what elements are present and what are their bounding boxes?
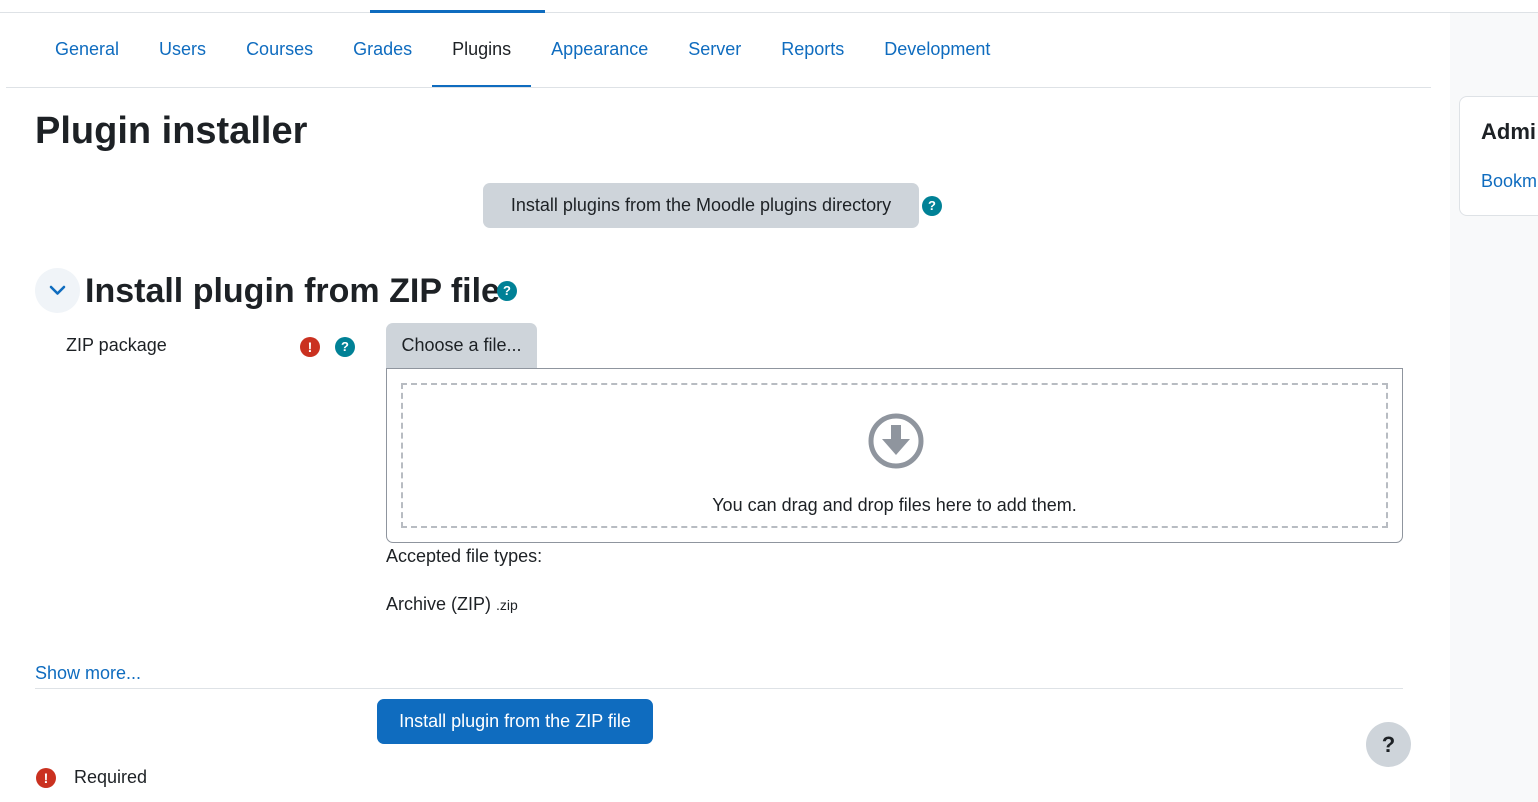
tabs-divider xyxy=(6,87,1431,88)
tab-plugins[interactable]: Plugins xyxy=(432,28,532,88)
question-circle-icon[interactable]: ? xyxy=(497,281,517,301)
accepted-types-label: Accepted file types: xyxy=(386,546,543,566)
arrow-circle-down-icon xyxy=(868,413,924,469)
tab-reports[interactable]: Reports xyxy=(761,28,864,72)
plugins-directory-button[interactable]: Install plugins from the Moodle plugins … xyxy=(483,183,919,228)
exclamation-circle-icon: ! xyxy=(36,768,56,788)
tab-server[interactable]: Server xyxy=(668,28,761,72)
help-button[interactable]: ? xyxy=(1366,722,1411,767)
question-circle-icon[interactable]: ? xyxy=(335,337,355,357)
section-collapse-toggle[interactable] xyxy=(35,268,80,313)
page-title: Plugin installer xyxy=(35,110,308,152)
tab-courses[interactable]: Courses xyxy=(226,28,333,72)
required-legend: Required xyxy=(74,767,148,787)
tab-grades[interactable]: Grades xyxy=(333,28,432,72)
top-active-indicator xyxy=(370,10,545,13)
install-zip-button[interactable]: Install plugin from the ZIP file xyxy=(377,699,653,744)
tab-users[interactable]: Users xyxy=(139,28,226,72)
zip-package-label: ZIP package xyxy=(66,335,167,355)
accepted-type-item: Archive (ZIP) .zip xyxy=(386,594,518,615)
top-divider xyxy=(0,12,1538,13)
file-dropzone[interactable]: You can drag and drop files here to add … xyxy=(386,368,1403,543)
chevron-down-icon xyxy=(49,285,66,295)
form-divider xyxy=(35,688,1403,689)
section-title: Install plugin from ZIP file xyxy=(85,272,500,310)
tab-development[interactable]: Development xyxy=(864,28,1010,72)
admin-tabs: General Users Courses Grades Plugins App… xyxy=(35,28,1010,88)
bookmark-link[interactable]: Bookm xyxy=(1481,171,1537,192)
dropzone-area[interactable]: You can drag and drop files here to add … xyxy=(401,383,1388,528)
dropzone-hint: You can drag and drop files here to add … xyxy=(712,495,1077,515)
show-more-link[interactable]: Show more... xyxy=(35,663,141,684)
choose-file-button[interactable]: Choose a file... xyxy=(386,323,537,368)
accepted-type-name: Archive (ZIP) xyxy=(386,594,492,614)
exclamation-circle-icon: ! xyxy=(300,337,320,357)
admin-bookmarks-block: Admi Bookm xyxy=(1459,96,1538,216)
tab-appearance[interactable]: Appearance xyxy=(531,28,668,72)
question-circle-icon[interactable]: ? xyxy=(922,196,942,216)
tab-general[interactable]: General xyxy=(35,28,139,72)
block-title: Admi xyxy=(1481,119,1536,144)
accepted-type-extension: .zip xyxy=(496,597,518,613)
